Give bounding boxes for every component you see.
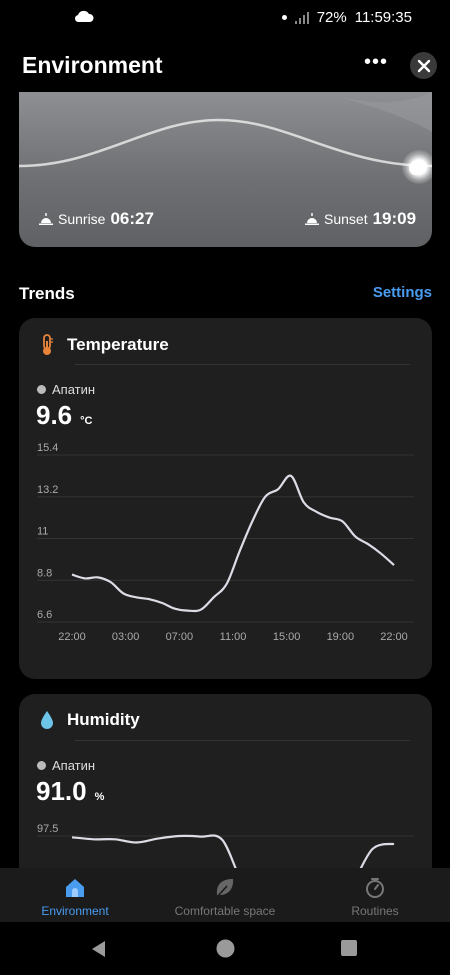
cloud-icon: [74, 10, 94, 23]
sunset-info: Sunset 19:09: [305, 209, 416, 229]
trends-heading: Trends: [19, 284, 75, 303]
x-tick-label: 11:00: [220, 631, 247, 643]
temperature-card[interactable]: Temperature Апатин 9.6 °C 15.4 13.2 11 8.8 6…: [19, 318, 432, 679]
home-icon: [66, 879, 84, 897]
y-tick-label: 15.4: [37, 442, 58, 454]
back-icon[interactable]: [90, 940, 108, 958]
x-tick-label: 07:00: [166, 631, 194, 643]
clock: 11:59:35: [354, 9, 412, 26]
bottom-navigation: Environment Comfortable space Routines: [0, 868, 450, 922]
home-circle-icon[interactable]: [216, 939, 235, 958]
nav-routines-label: Routines: [351, 904, 399, 918]
sunrise-label: Sunrise: [58, 211, 106, 227]
temperature-chart: 15.4 13.2 11 8.8 6.6 22:00 03:00 07:00 11:00 15:0…: [37, 442, 414, 643]
moon-icon: [402, 150, 432, 184]
battery-level: 72%: [316, 9, 347, 26]
temperature-line: [71, 474, 395, 613]
y-tick-label: 6.6: [37, 609, 52, 621]
settings-link[interactable]: Settings: [373, 284, 432, 301]
humidity-card[interactable]: Humidity Апатин 91.0 % 97.5: [19, 694, 432, 894]
y-tick-label: 13.2: [37, 484, 58, 496]
sun-card: Sunrise 06:27 Sunset 19:09: [19, 92, 432, 247]
humidity-chart: 97.5: [37, 823, 414, 894]
sunset-label: Sunset: [324, 211, 368, 227]
y-tick-label: 97.5: [37, 823, 58, 835]
close-button[interactable]: [410, 52, 437, 79]
x-tick-label: 22:00: [380, 631, 408, 643]
recents-icon[interactable]: [341, 940, 357, 956]
sunrise-icon: [39, 213, 53, 225]
signal-icon: [294, 11, 309, 24]
nav-environment[interactable]: Environment: [0, 868, 150, 922]
sunset-time: 19:09: [372, 209, 417, 228]
x-tick-label: 03:00: [112, 631, 140, 643]
close-icon: [417, 59, 430, 72]
sunrise-time: 06:27: [110, 209, 154, 228]
notification-dot-icon: [281, 15, 287, 20]
sunrise-info: Sunrise 06:27: [39, 209, 154, 229]
more-options-button[interactable]: •••: [364, 52, 388, 78]
x-tick-label: 22:00: [58, 631, 86, 643]
x-tick-label: 19:00: [327, 631, 355, 643]
leaf-icon: [216, 879, 234, 898]
nav-routines[interactable]: Routines: [300, 868, 450, 922]
x-tick-label: 15:00: [273, 631, 301, 643]
app-header: Environment •••: [0, 40, 450, 92]
y-tick-label: 8.8: [37, 567, 52, 579]
nav-environment-label: Environment: [41, 904, 109, 918]
page-title: Environment: [22, 52, 163, 78]
nav-comfortable-space[interactable]: Comfortable space: [150, 868, 300, 922]
nav-comfortable-label: Comfortable space: [174, 904, 276, 918]
system-navigation-bar: [0, 922, 450, 975]
y-tick-label: 11: [37, 526, 48, 538]
sunset-icon: [305, 213, 319, 225]
status-bar: 72% 11:59:35: [0, 0, 450, 36]
timer-icon: [366, 878, 384, 898]
